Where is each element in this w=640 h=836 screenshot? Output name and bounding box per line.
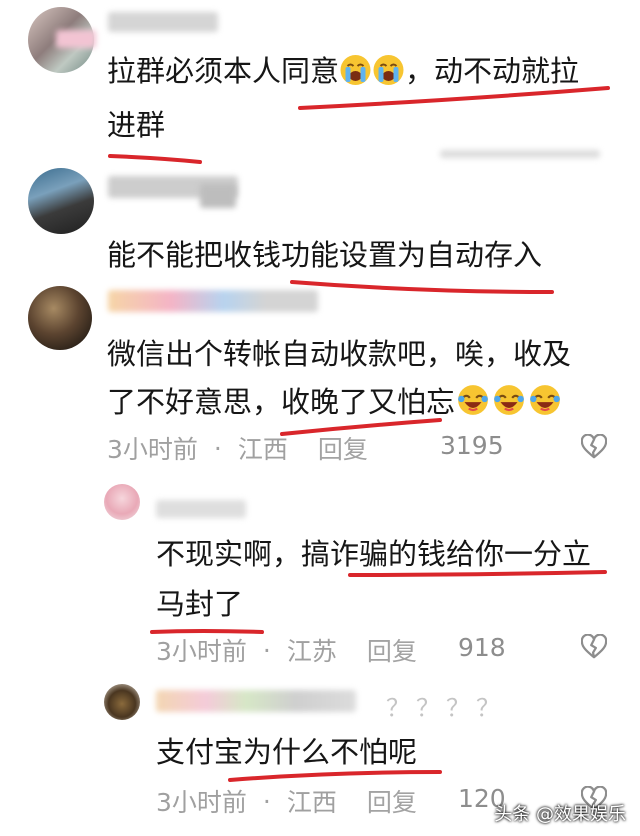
rolling-on-floor-laughing-icon bbox=[455, 380, 491, 434]
like-count: 918 bbox=[458, 633, 506, 662]
comment-location: 江西 bbox=[286, 788, 337, 817]
reply-button[interactable]: 回复 bbox=[318, 430, 368, 466]
comment-time: 3小时前 bbox=[156, 788, 247, 817]
comment-time: 3小时前 bbox=[156, 637, 247, 666]
watermark: 头条 @效果娱乐 bbox=[494, 804, 626, 825]
username-mosaic bbox=[56, 30, 96, 48]
loudly-crying-face-icon bbox=[372, 49, 405, 103]
underline-2 bbox=[108, 154, 202, 164]
avatar[interactable] bbox=[28, 168, 94, 234]
reply-2-meta: 3小时前 · 江西 回复 bbox=[156, 783, 417, 819]
like-button[interactable]: 3195 bbox=[440, 431, 504, 460]
username-mosaic bbox=[200, 184, 236, 208]
separator-dot: · bbox=[213, 433, 222, 463]
username-suffix: ？？？？ bbox=[386, 694, 506, 722]
username-blurred[interactable] bbox=[108, 290, 318, 312]
meta-row-hidden bbox=[440, 150, 600, 158]
loudly-crying-face-icon bbox=[339, 49, 372, 103]
avatar[interactable] bbox=[28, 286, 92, 350]
avatar[interactable] bbox=[104, 484, 140, 520]
reply-button[interactable]: 回复 bbox=[367, 783, 417, 819]
like-button[interactable]: 918 bbox=[458, 633, 506, 662]
reply-2-line1: 支付宝为什么不怕呢 bbox=[156, 735, 418, 769]
reply-1-line1: 不现实啊，搞诈骗的钱给你一分立 bbox=[156, 537, 592, 571]
comment-location: 江苏 bbox=[286, 637, 337, 666]
reply-1-line2: 马封了 bbox=[156, 587, 244, 621]
username-blurred[interactable] bbox=[156, 500, 246, 518]
comment-3-line2: 了不好意思，收晚了又怕忘 bbox=[107, 375, 563, 434]
comment-time: 3小时前 bbox=[107, 435, 198, 464]
underline-3 bbox=[290, 280, 554, 294]
reply-1-meta: 3小时前 · 江苏 回复 bbox=[156, 632, 417, 668]
comment-1-line2: 进群 bbox=[107, 108, 166, 142]
broken-heart-icon[interactable] bbox=[581, 434, 607, 460]
username-blurred[interactable] bbox=[108, 12, 218, 32]
comment-3-text-tail: 了不好意思，收晚了又怕忘 bbox=[107, 385, 456, 419]
comment-2-line1: 能不能把收钱功能设置为自动存入 bbox=[107, 238, 543, 272]
comment-3-line1: 微信出个转帐自动收款吧，唉，收及 bbox=[107, 337, 572, 371]
broken-heart-icon[interactable] bbox=[581, 634, 607, 660]
avatar[interactable] bbox=[104, 684, 140, 720]
comment-location: 江西 bbox=[237, 435, 288, 464]
comment-1-line1: 拉群必须本人同意 ，动不动就拉 bbox=[107, 44, 579, 103]
comment-1-text: 拉群必须本人同意 bbox=[107, 54, 340, 88]
separator-dot: · bbox=[262, 635, 271, 665]
comment-3-meta: 3小时前 · 江西 回复 bbox=[107, 430, 368, 466]
rolling-on-floor-laughing-icon bbox=[491, 380, 527, 434]
reply-button[interactable]: 回复 bbox=[367, 632, 417, 668]
username-blurred[interactable] bbox=[156, 690, 356, 712]
comment-1-text-tail: ，动不动就拉 bbox=[405, 54, 580, 88]
like-count: 3195 bbox=[440, 431, 504, 460]
rolling-on-floor-laughing-icon bbox=[527, 380, 563, 434]
separator-dot: · bbox=[262, 786, 271, 816]
